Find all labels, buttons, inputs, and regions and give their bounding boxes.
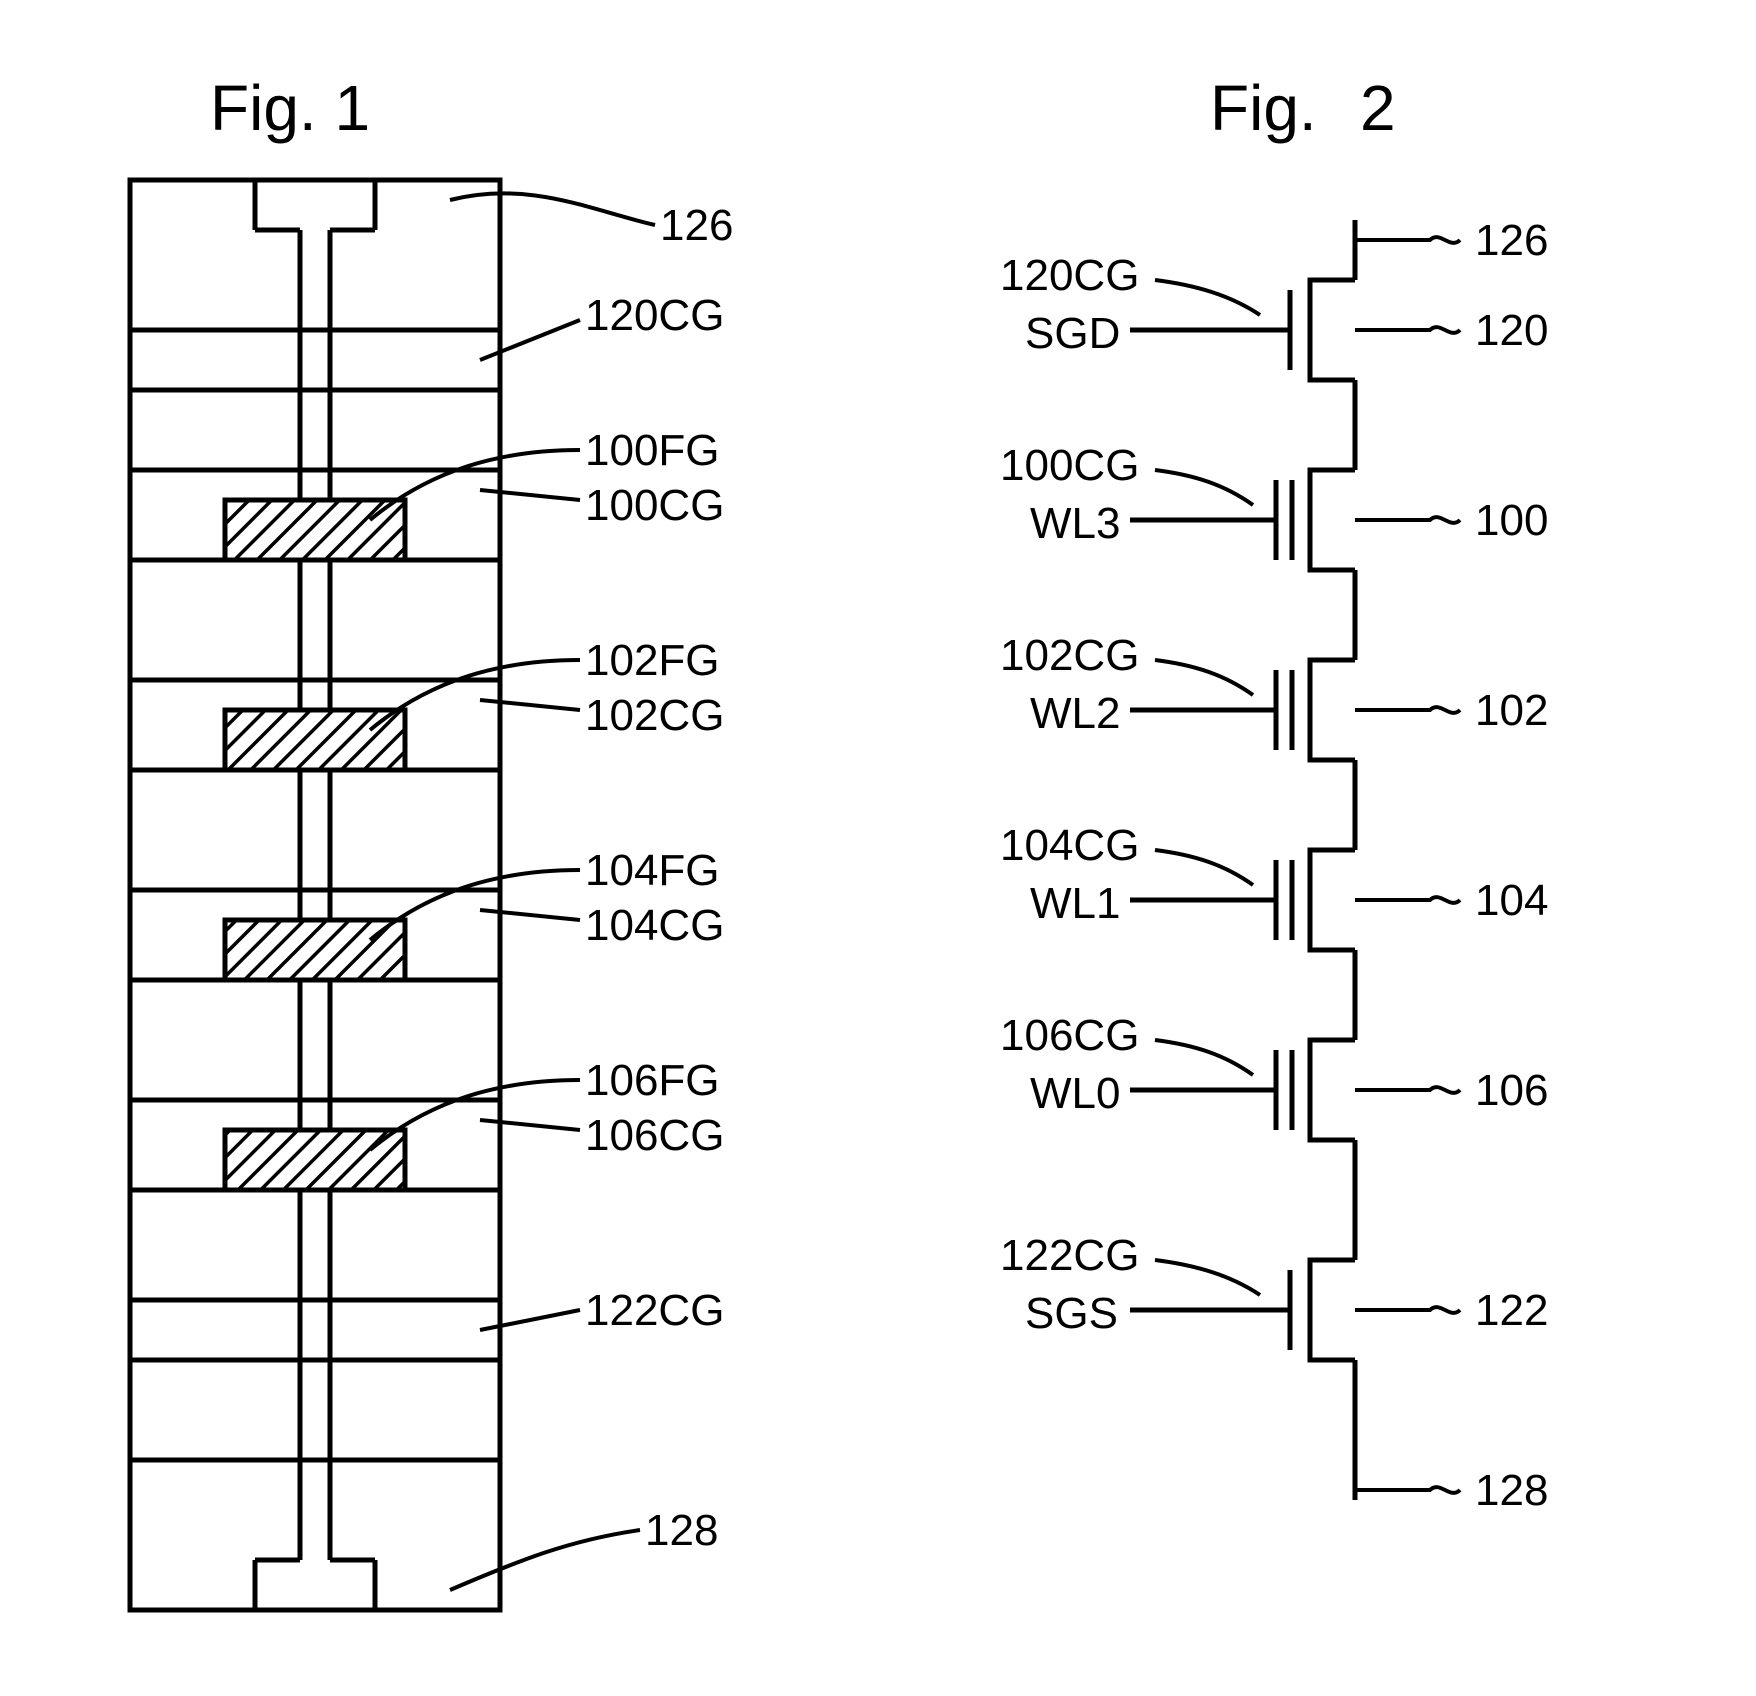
lbl-120cg: 120CG (1000, 251, 1139, 300)
rlbl-128: 128 (1475, 1466, 1548, 1515)
lbl-wl2: WL2 (1030, 689, 1120, 738)
label-104cg: 104CG (585, 901, 724, 950)
rlbl-126: 126 (1475, 216, 1548, 265)
label-122cg: 122CG (585, 1286, 724, 1335)
lbl-106cg: 106CG (1000, 1011, 1139, 1060)
fig1-labels: 126 120CG 100FG 100CG 102FG 102CG 104FG … (585, 201, 733, 1555)
lbl-sgd: SGD (1025, 309, 1120, 358)
fig2-right-labels: 126 120 100 102 104 106 122 128 (1475, 216, 1548, 1515)
label-120cg: 120CG (585, 291, 724, 340)
label-100cg: 100CG (585, 481, 724, 530)
lbl-100cg: 100CG (1000, 441, 1139, 490)
label-102cg: 102CG (585, 691, 724, 740)
fig2-title-b: 2 (1360, 72, 1396, 144)
lbl-wl0: WL0 (1030, 1069, 1120, 1118)
label-100fg: 100FG (585, 426, 720, 475)
rlbl-100: 100 (1475, 496, 1548, 545)
fig2-right-leaders (1355, 237, 1460, 1493)
rlbl-106: 106 (1475, 1066, 1548, 1115)
fig2-left-leaders (1155, 280, 1260, 1295)
label-106cg: 106CG (585, 1111, 724, 1160)
fig2-left-labels: 120CG SGD 100CG WL3 102CG WL2 104CG WL1 … (1000, 251, 1139, 1338)
fig1-title: Fig. 1 (210, 72, 370, 144)
rlbl-120: 120 (1475, 306, 1548, 355)
lbl-122cg: 122CG (1000, 1231, 1139, 1280)
rlbl-104: 104 (1475, 876, 1548, 925)
rlbl-122: 122 (1475, 1286, 1548, 1335)
label-106fg: 106FG (585, 1056, 720, 1105)
lbl-102cg: 102CG (1000, 631, 1139, 680)
diagram-canvas: Fig. 1 (0, 0, 1756, 1696)
rlbl-102: 102 (1475, 686, 1548, 735)
lbl-104cg: 104CG (1000, 821, 1139, 870)
label-126: 126 (660, 201, 733, 250)
lbl-sgs: SGS (1025, 1289, 1118, 1338)
label-102fg: 102FG (585, 636, 720, 685)
lbl-wl3: WL3 (1030, 499, 1120, 548)
fig2-schematic (1130, 220, 1355, 1500)
label-128: 128 (645, 1506, 718, 1555)
fig2-title-a: Fig. (1210, 72, 1317, 144)
lbl-wl1: WL1 (1030, 879, 1120, 928)
label-104fg: 104FG (585, 846, 720, 895)
